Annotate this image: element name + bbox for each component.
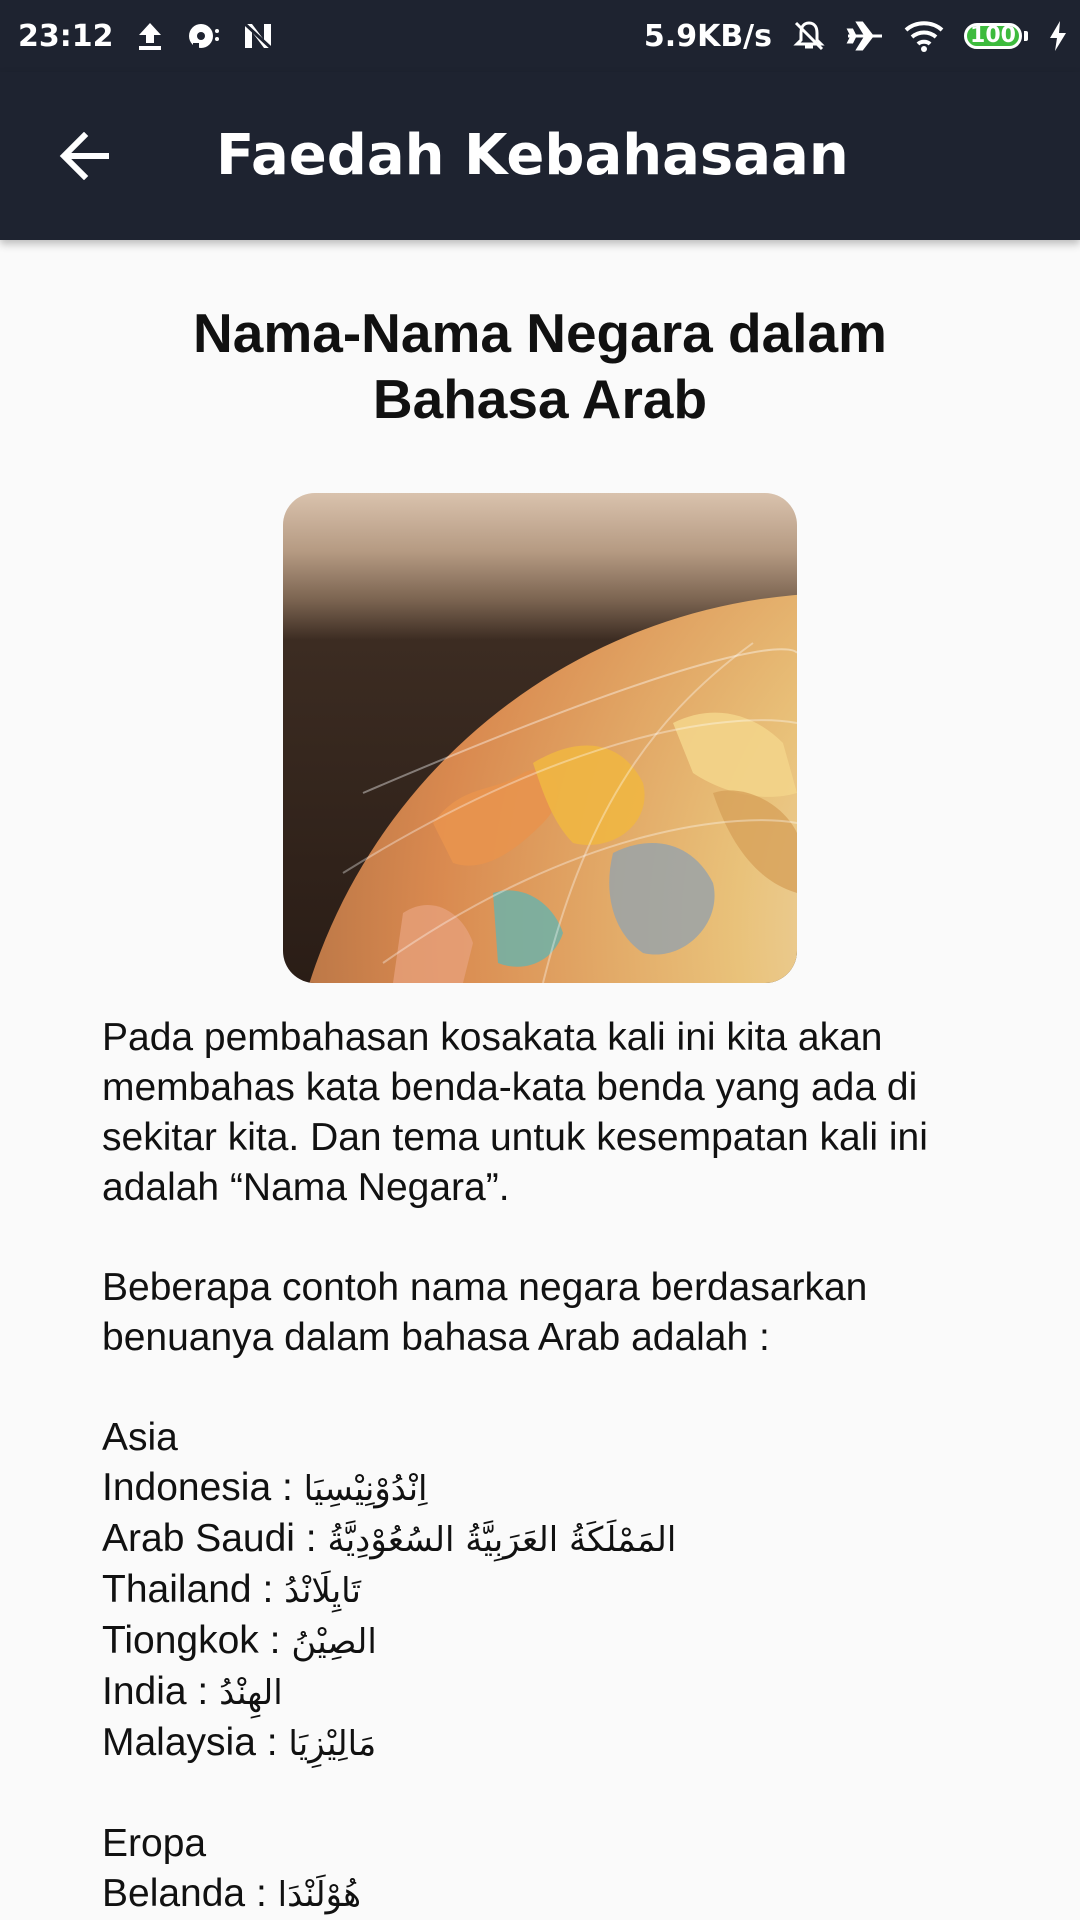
airplane-icon [846,19,884,53]
list-item: Malaysia : مَالِيْزِيَا [102,1721,377,1764]
section-eropa: Eropa Belanda : هُوْلَنْدَا [102,1819,1002,1920]
sync-icon [186,21,220,51]
charging-icon [1048,20,1068,52]
network-speed: 5.9KB/s [643,18,772,54]
article-title: Nama-Nama Negara dalam Bahasa Arab [193,302,887,430]
battery-icon: 100 [964,23,1028,49]
battery-level: 100 [970,23,1016,48]
globe-image [283,493,797,983]
app-bar: Faedah Kebahasaan [0,72,1080,240]
arrow-left-icon [59,132,109,180]
mute-icon [792,19,826,53]
list-item: Belanda : هُوْلَنْدَا [102,1872,362,1915]
status-bar: 23:12 5.9KB/s 100 [0,0,1080,72]
n-logo-icon [242,21,274,51]
status-time: 23:12 [18,18,114,54]
list-item: Thailand : تَايِلَانْدُ [102,1568,362,1611]
article-content[interactable]: Nama-Nama Negara dalam Bahasa Arab Pada … [0,240,1080,1920]
status-bar-left: 23:12 [18,0,274,72]
wifi-icon [904,19,944,53]
lead-paragraph: Beberapa contoh nama negara berdasarkan … [102,1266,868,1359]
list-item: Indonesia : اِنْدُوْنِيْسِيَا [102,1466,428,1509]
list-item: India : الهِنْدُ [102,1670,283,1713]
upload-icon [136,21,164,51]
section-heading: Eropa [102,1822,207,1865]
section-asia: Asia Indonesia : اِنْدُوْنِيْسِيَا Arab … [102,1413,1002,1769]
list-item: Tiongkok : الصِيْنُ [102,1619,377,1662]
status-bar-right: 5.9KB/s 100 [644,0,1068,72]
intro-paragraph: Pada pembahasan kosakata kali ini kita a… [102,1016,928,1209]
back-button[interactable] [44,116,124,196]
section-heading: Asia [102,1416,178,1459]
article-body: Pada pembahasan kosakata kali ini kita a… [102,1013,1002,1920]
list-item: Arab Saudi : المَمْلَكَةُ العَرَبِيَّةُ … [102,1517,677,1560]
app-bar-title: Faedah Kebahasaan [216,123,849,188]
